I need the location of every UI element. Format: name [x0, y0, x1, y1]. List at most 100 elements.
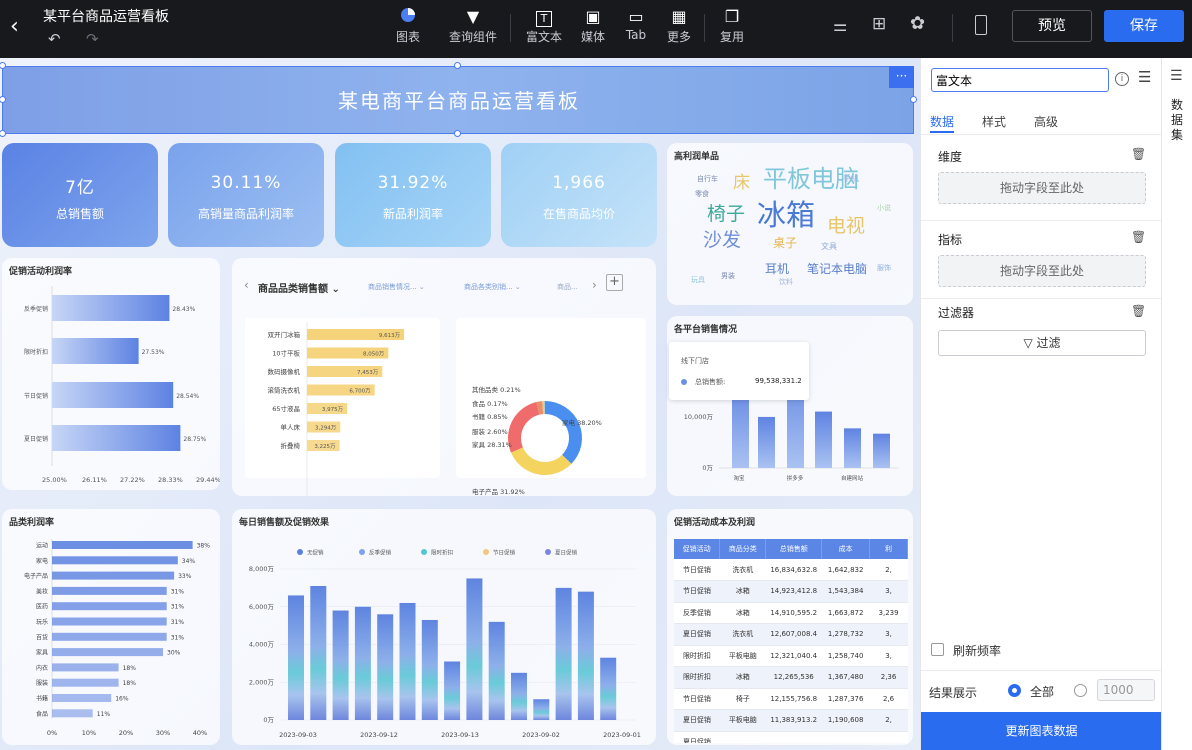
- trash-icon[interactable]: 🗑: [1131, 147, 1146, 161]
- bar-category-label: 美妆: [36, 587, 48, 595]
- category-sales-card[interactable]: ‹ 商品品类销售额 ⌄ 商品销售情况... ⌄ 商品各类别销... ⌄ 商品..…: [232, 258, 656, 496]
- bar-category-label: 反季促销: [24, 305, 48, 313]
- bar-value-label: 31%: [171, 619, 185, 626]
- filter-button[interactable]: ▽ 过滤: [938, 330, 1146, 356]
- y-tick-label: 4,000万: [249, 641, 275, 649]
- table-row[interactable]: 节日促销 冰箱 14,923,412.8 1,543,384 3,: [674, 580, 908, 603]
- table-header-cell: 利: [869, 539, 908, 559]
- mobile-icon[interactable]: [975, 15, 987, 35]
- tab-advanced[interactable]: 高级: [1034, 113, 1058, 130]
- resize-handle[interactable]: [910, 96, 917, 103]
- refresh-checkbox[interactable]: [931, 643, 944, 656]
- kpi-card[interactable]: 30.11% 高销量商品利润率: [168, 143, 324, 247]
- bar: [288, 595, 304, 720]
- bar-value-label: 6,700万: [349, 388, 371, 395]
- limit-input[interactable]: [1097, 679, 1155, 701]
- resize-handle[interactable]: [0, 130, 6, 137]
- kpi-card[interactable]: 31.92% 新品利润率: [335, 143, 491, 247]
- component-name-input[interactable]: [931, 68, 1109, 92]
- bar-category-label: 医药: [36, 603, 48, 611]
- tool-chart[interactable]: 图表: [383, 6, 433, 45]
- table-cell: 12,155,756.8: [765, 688, 822, 710]
- tool-more[interactable]: ▦ 更多: [654, 6, 704, 45]
- more-options-button[interactable]: ···: [889, 66, 914, 88]
- table-row[interactable]: 限时折扣 冰箱 12,265,536 1,367,480 2,36: [674, 666, 908, 689]
- radio-all[interactable]: [1008, 684, 1021, 697]
- filter-title: 过滤器: [938, 306, 975, 320]
- dimension-dropzone[interactable]: 拖动字段至此处: [938, 172, 1146, 204]
- bar: [52, 382, 174, 408]
- tool-query[interactable]: ▼ 查询组件: [447, 6, 499, 45]
- components-icon[interactable]: ⊞: [872, 14, 886, 34]
- redo-icon[interactable]: ↷: [86, 30, 99, 48]
- table-row[interactable]: 夏日促销 洗衣机 12,607,008.4 1,278,732 3,: [674, 623, 908, 646]
- daily-sales-card[interactable]: 每日销售额及促销效果 无促销 反季促销 限时折扣 节日促销 夏日促销 8,000万 6,00…: [232, 509, 656, 745]
- banner-title: 某电商平台商品运营看板: [338, 89, 580, 113]
- promo-cost-card[interactable]: 促销活动成本及利润 促销活动 商品分类 总销售额 成本利节日促销 洗衣机 16,834,6…: [667, 509, 913, 745]
- trash-icon[interactable]: 🗑: [1131, 230, 1146, 244]
- kpi-card[interactable]: 1,966 在售商品均价: [501, 143, 657, 247]
- tab-data[interactable]: 数据: [930, 113, 954, 130]
- table-cell: 夏日促销: [674, 709, 720, 732]
- metric-dropzone[interactable]: 拖动字段至此处: [938, 255, 1146, 287]
- table-cell: 节日促销: [674, 688, 720, 710]
- table-row[interactable]: 节日促销 洗衣机 16,834,632.8 1,642,832 2,: [674, 559, 908, 581]
- tool-reuse[interactable]: ❐ 复用: [707, 6, 757, 45]
- info-icon[interactable]: i: [1115, 72, 1129, 86]
- x-tick-label: 拼多多: [787, 474, 804, 482]
- divider: [921, 298, 1162, 299]
- bar-category-label: 折叠椅: [281, 441, 301, 450]
- bar: [52, 295, 170, 321]
- bar-value-label: 28.43%: [172, 306, 195, 313]
- table-cell: 洗衣机: [719, 623, 766, 646]
- table-row[interactable]: 夏日促销: [674, 731, 908, 743]
- settings-sliders-icon[interactable]: ⚌: [833, 16, 847, 35]
- header-banner[interactable]: 某电商平台商品运营看板: [2, 66, 914, 134]
- tab-style[interactable]: 样式: [982, 113, 1006, 130]
- undo-icon[interactable]: ↶: [48, 30, 61, 48]
- kpi-card[interactable]: 7亿 总销售额: [2, 143, 158, 247]
- divider: [510, 14, 511, 42]
- bar: [310, 585, 327, 720]
- bar-value-label: 11%: [97, 711, 111, 718]
- table-row[interactable]: 限时折扣 平板电脑 12,321,040.4 1,258,740 3,: [674, 645, 908, 667]
- dashboard-canvas: 某电商平台商品运营看板 ··· 7亿 总销售额 30.11% 高销量商品利润率 31…: [0, 58, 920, 750]
- radio-limit[interactable]: [1074, 684, 1087, 697]
- bar: [52, 632, 167, 641]
- list-icon[interactable]: ☰: [1170, 68, 1183, 84]
- table-row[interactable]: 反季促销 冰箱 14,910,595.2 1,663,872 3,239: [674, 602, 908, 624]
- promo-profit-card[interactable]: 促销活动利润率 反季促销 28.43% 限时折扣 27.53% 节日促销 28.54% 夏日…: [2, 258, 220, 490]
- text-icon: T: [519, 6, 569, 28]
- resize-handle[interactable]: [454, 62, 461, 69]
- pie-label: 其他品类 0.21%: [472, 385, 521, 394]
- back-icon[interactable]: ‹: [10, 14, 19, 39]
- preview-button[interactable]: 预览: [1012, 10, 1092, 42]
- dataset-tab[interactable]: 数据集: [1171, 98, 1184, 143]
- bar: [332, 610, 349, 720]
- pie-label: 家具 28.31%: [472, 440, 512, 449]
- resize-handle[interactable]: [454, 130, 461, 137]
- update-data-button[interactable]: 更新图表数据: [921, 712, 1162, 750]
- bar: [52, 694, 112, 702]
- trash-icon[interactable]: 🗑: [1131, 304, 1146, 318]
- bar: [421, 619, 438, 720]
- divider: [921, 670, 1162, 671]
- platform-sales-card[interactable]: 各平台销售情况 10,000万 0万 淘宝 拼多多 自建网站 线下门店 总销售额: 99…: [667, 316, 913, 496]
- table-row[interactable]: 夏日促销 平板电脑 11,383,913.2 1,190,608 2,: [674, 709, 908, 732]
- theme-palette-icon[interactable]: ✿: [910, 13, 925, 34]
- bar-value-label: 3,225万: [314, 443, 336, 450]
- category-profit-card[interactable]: 品类利润率 运动 38% 家电 34% 电子产品 33% 美妆 31% 医药 31% 玩乐 31% 百货…: [2, 509, 220, 745]
- table-row[interactable]: 节日促销 椅子 12,155,756.8 1,287,376 2,6: [674, 688, 908, 710]
- result-label: 结果展示: [929, 686, 978, 700]
- bar-value-label: 3,975万: [322, 406, 344, 413]
- menu-icon[interactable]: ☰: [1138, 68, 1151, 86]
- wordcloud-card[interactable]: 高利润单品 自行车 零食床平板电脑 手机 小说 椅子 冰箱 电视 沙发 桌子 文具 耳机 笔记本电脑服…: [667, 143, 913, 305]
- table-cell: 1,367,480: [821, 666, 870, 689]
- x-tick-label: 2023-09-12: [360, 731, 398, 739]
- tool-richtext[interactable]: T 富文本: [519, 6, 569, 45]
- bar-value-label: 33%: [178, 573, 192, 580]
- table-cell: 反季促销: [674, 602, 720, 624]
- y-tick-label: 0万: [702, 464, 713, 472]
- bar-category-label: 玩乐: [36, 619, 48, 626]
- save-button[interactable]: 保存: [1104, 10, 1184, 42]
